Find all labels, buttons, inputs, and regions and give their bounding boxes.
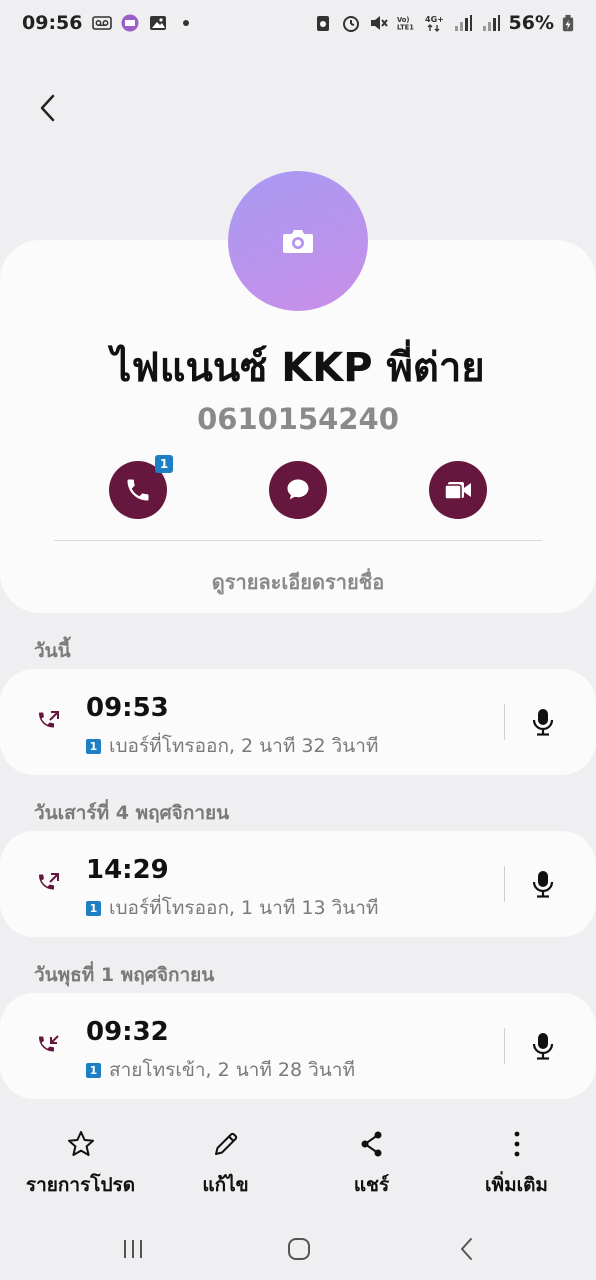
recent-apps-button[interactable]: [118, 1234, 148, 1264]
bottom-action-bar: รายการโปรด แก้ไข แชร์ เพิ่มเติม: [0, 1128, 596, 1208]
divider: [504, 1028, 505, 1064]
status-time: 09:56: [22, 12, 83, 34]
share-label: แชร์: [353, 1174, 390, 1196]
video-camera-icon: [444, 482, 471, 500]
sim-badge: 1: [155, 455, 173, 473]
divider: [54, 540, 542, 541]
back-button[interactable]: [28, 88, 68, 128]
edit-button[interactable]: แก้ไข: [151, 1128, 300, 1200]
gallery-icon: [150, 16, 167, 30]
signal-icon: [482, 15, 500, 31]
edit-label: แก้ไข: [202, 1174, 249, 1196]
call-log-item[interactable]: 09:32 1 สายโทรเข้า, 2 นาที 28 วินาที: [0, 993, 596, 1099]
share-icon: [361, 1131, 381, 1157]
alarm-icon: [342, 16, 359, 32]
status-bar: 09:56 Vo) LTE1 4G+ 56%: [0, 0, 596, 46]
more-label: เพิ่มเติม: [485, 1174, 548, 1196]
call-time: 09:53: [86, 693, 169, 723]
call-detail: 1 เบอร์ที่โทรออก, 1 นาที 13 วินาที: [86, 893, 378, 923]
share-button[interactable]: แชร์: [297, 1128, 446, 1200]
call-log-item[interactable]: 14:29 1 เบอร์ที่โทรออก, 1 นาที 13 วินาที: [0, 831, 596, 937]
message-button[interactable]: [269, 461, 327, 519]
call-recording-button[interactable]: [528, 869, 558, 899]
favorites-button[interactable]: รายการโปรด: [6, 1128, 155, 1200]
incoming-call-icon: [39, 1035, 59, 1052]
call-detail: 1 สายโทรเข้า, 2 นาที 28 วินาที: [86, 1055, 355, 1085]
contact-number: 0610154240: [197, 402, 399, 436]
4g-icon: 4G+: [425, 15, 444, 32]
call-time: 14:29: [86, 855, 169, 885]
app-badge-icon: [121, 14, 139, 32]
call-log-item[interactable]: 09:53 1 เบอร์ที่โทรออก, 2 นาที 32 วินาที: [0, 669, 596, 775]
more-vertical-icon: [514, 1131, 519, 1157]
battery-icon: [562, 14, 574, 31]
camera-icon: [283, 230, 313, 253]
system-navigation-bar: [0, 1222, 596, 1272]
svg-text:LTE1: LTE1: [397, 24, 414, 32]
home-button[interactable]: [284, 1234, 314, 1264]
pencil-icon: [214, 1132, 237, 1155]
contact-name: ไฟแนนซ์ KKP พี่ต่าย: [111, 345, 485, 391]
favorites-label: รายการโปรด: [25, 1174, 136, 1196]
call-detail-text: เบอร์ที่โทรออก, 1 นาที 13 วินาที: [109, 897, 379, 919]
call-detail-text: สายโทรเข้า, 2 นาที 28 วินาที: [109, 1059, 355, 1081]
microphone-icon: [532, 1033, 554, 1060]
recent-apps-icon: [124, 1240, 142, 1258]
section-header-today: วันนี้: [34, 640, 71, 662]
outgoing-call-icon: [39, 711, 59, 728]
volte-icon: Vo)LTE1: [397, 16, 414, 32]
voicemail-icon: [92, 16, 113, 30]
call-detail: 1 เบอร์ที่โทรออก, 2 นาที 32 วินาที: [86, 731, 378, 761]
divider: [504, 704, 505, 740]
sim-badge: 1: [86, 738, 101, 754]
chevron-left-icon: [461, 1238, 472, 1260]
svg-text:4G+: 4G+: [425, 15, 444, 24]
divider: [504, 866, 505, 902]
call-button[interactable]: 1: [109, 455, 173, 519]
more-button[interactable]: เพิ่มเติม: [442, 1128, 591, 1200]
mute-icon: [370, 16, 388, 30]
dot-icon: [183, 20, 190, 26]
call-time: 09:32: [86, 1017, 169, 1047]
contact-avatar[interactable]: [228, 171, 368, 311]
call-detail-text: เบอร์ที่โทรออก, 2 นาที 32 วินาที: [109, 735, 379, 757]
home-icon: [288, 1238, 310, 1260]
battery-percent: 56%: [508, 12, 554, 34]
system-back-button[interactable]: [452, 1234, 482, 1264]
microphone-icon: [532, 709, 554, 736]
chat-bubble-icon: [287, 479, 309, 500]
recycle-icon: [316, 16, 329, 31]
signal-icon: [454, 15, 472, 31]
call-recording-button[interactable]: [528, 707, 558, 737]
call-recording-button[interactable]: [528, 1031, 558, 1061]
video-call-button[interactable]: [429, 461, 487, 519]
phone-icon: [127, 479, 149, 501]
star-icon: [67, 1131, 94, 1156]
outgoing-call-icon: [39, 873, 59, 890]
chevron-left-icon: [40, 94, 55, 122]
view-contact-details-link[interactable]: ดูรายละเอียดรายชื่อ: [0, 566, 596, 598]
section-header-date: วันเสาร์ที่ 4 พฤศจิกายน: [34, 802, 230, 824]
sim-badge: 1: [86, 900, 101, 916]
sim-badge: 1: [86, 1062, 101, 1078]
section-header-date: วันพุธที่ 1 พฤศจิกายน: [34, 964, 215, 986]
microphone-icon: [532, 871, 554, 898]
